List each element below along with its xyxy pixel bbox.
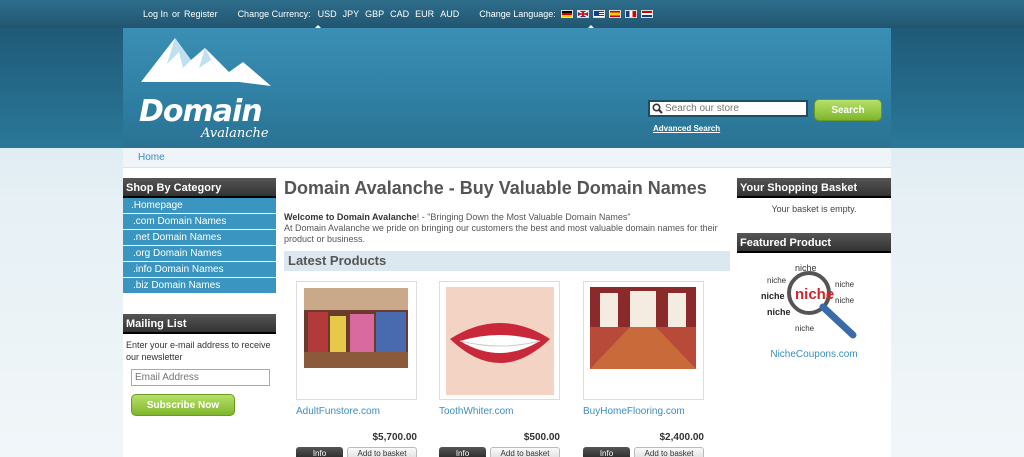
flag-de-icon[interactable] bbox=[560, 10, 573, 18]
page-content: Shop By Category .Homepage .com Domain N… bbox=[123, 168, 891, 457]
basket-title: Your Shopping Basket bbox=[737, 178, 891, 198]
product-card: ToothWhiter.com $500.00 Info Add to bask… bbox=[439, 281, 560, 457]
category-list: .Homepage .com Domain Names .net Domain … bbox=[123, 198, 276, 294]
flag-nl-icon[interactable] bbox=[640, 10, 653, 18]
niche-word: niche bbox=[767, 307, 791, 317]
logo-subtitle: Avalanche bbox=[201, 126, 269, 141]
featured-title: Featured Product bbox=[737, 233, 891, 253]
welcome-bold: Welcome to Domain Avalanche bbox=[284, 212, 417, 222]
product-image[interactable] bbox=[439, 281, 560, 400]
mountain-logo-icon bbox=[141, 38, 271, 86]
currency-cad[interactable]: CAD bbox=[390, 9, 409, 19]
mailing-list: Mailing List Enter your e-mail address t… bbox=[123, 314, 276, 416]
category-item[interactable]: .net Domain Names bbox=[123, 230, 276, 246]
add-to-basket-button[interactable]: Add to basket bbox=[634, 447, 704, 457]
mailing-title: Mailing List bbox=[123, 314, 276, 334]
top-bar-content: Log In or Register Change Currency: USD … bbox=[123, 0, 891, 29]
product-grid: AdultFunstore.com $5,700.00 Info Add to … bbox=[284, 271, 730, 457]
product-name[interactable]: ToothWhiter.com bbox=[439, 406, 560, 417]
welcome-tagline: ! - "Bringing Down the Most Valuable Dom… bbox=[416, 212, 631, 222]
flag-fr-icon[interactable] bbox=[624, 10, 637, 18]
category-item[interactable]: .Homepage bbox=[123, 198, 276, 214]
site-header: Domain Avalanche Search Advanced Search bbox=[123, 28, 891, 148]
flag-us-icon[interactable] bbox=[592, 10, 605, 18]
category-item[interactable]: .org Domain Names bbox=[123, 246, 276, 262]
product-price: $5,700.00 bbox=[372, 432, 418, 443]
floor-photo bbox=[590, 287, 696, 369]
breadcrumb-home[interactable]: Home bbox=[138, 152, 165, 163]
flag-uk-icon[interactable] bbox=[576, 10, 589, 18]
product-name[interactable]: AdultFunstore.com bbox=[296, 406, 417, 417]
product-name[interactable]: BuyHomeFlooring.com bbox=[583, 406, 704, 417]
currency-label: Change Currency: bbox=[237, 9, 311, 19]
featured-product: Featured Product niche niche niche niche… bbox=[737, 233, 891, 360]
info-button[interactable]: Info bbox=[583, 447, 630, 457]
register-link[interactable]: Register bbox=[184, 9, 218, 19]
site-logo[interactable]: Domain Avalanche bbox=[139, 34, 279, 144]
store-photo bbox=[304, 288, 408, 368]
email-field[interactable] bbox=[131, 369, 270, 386]
currency-usd[interactable]: USD bbox=[318, 9, 337, 19]
product-price: $2,400.00 bbox=[659, 432, 705, 443]
niche-word: niche bbox=[835, 280, 855, 289]
niche-word: niche bbox=[767, 276, 787, 285]
product-image[interactable] bbox=[296, 281, 417, 400]
search-input[interactable] bbox=[663, 102, 803, 115]
currency-gbp[interactable]: GBP bbox=[365, 9, 384, 19]
category-item[interactable]: .info Domain Names bbox=[123, 262, 276, 278]
language-switcher: Change Language: bbox=[479, 9, 653, 29]
niche-word: niche bbox=[795, 324, 815, 333]
niche-word: niche bbox=[761, 291, 785, 301]
niche-magnifier-icon: niche niche niche niche niche niche nich… bbox=[761, 263, 857, 339]
product-card: AdultFunstore.com $5,700.00 Info Add to … bbox=[296, 281, 417, 457]
search-icon bbox=[652, 103, 663, 114]
product-image[interactable] bbox=[583, 281, 704, 400]
category-title: Shop By Category bbox=[123, 178, 276, 198]
search-box bbox=[648, 100, 808, 117]
welcome-body: At Domain Avalanche we pride on bringing… bbox=[284, 223, 718, 244]
welcome-text: Welcome to Domain Avalanche! - "Bringing… bbox=[284, 212, 730, 245]
smile-photo bbox=[446, 287, 554, 395]
info-button[interactable]: Info bbox=[296, 447, 343, 457]
currency-eur[interactable]: EUR bbox=[415, 9, 434, 19]
featured-product-image[interactable]: niche niche niche niche niche niche nich… bbox=[737, 257, 891, 345]
advanced-search-link[interactable]: Advanced Search bbox=[653, 124, 720, 133]
latest-products-title: Latest Products bbox=[284, 251, 730, 271]
niche-word: niche bbox=[795, 286, 834, 303]
mailing-text: Enter your e-mail address to receive our… bbox=[126, 340, 271, 362]
featured-product-link[interactable]: NicheCoupons.com bbox=[737, 349, 891, 360]
or-text: or bbox=[172, 9, 181, 19]
niche-word: niche bbox=[835, 296, 855, 305]
logo-word: Domain bbox=[139, 94, 263, 129]
product-price: $500.00 bbox=[523, 432, 560, 443]
main-content: Domain Avalanche - Buy Valuable Domain N… bbox=[284, 178, 730, 457]
basket-empty-text: Your basket is empty. bbox=[771, 204, 857, 214]
currency-aud[interactable]: AUD bbox=[440, 9, 459, 19]
category-item[interactable]: .com Domain Names bbox=[123, 214, 276, 230]
add-to-basket-button[interactable]: Add to basket bbox=[347, 447, 417, 457]
product-card: BuyHomeFlooring.com $2,400.00 Info Add t… bbox=[583, 281, 704, 457]
add-to-basket-button[interactable]: Add to basket bbox=[490, 447, 560, 457]
language-label: Change Language: bbox=[479, 9, 556, 19]
currency-switcher: Change Currency: USD JPY GBP CAD EUR AUD bbox=[237, 9, 459, 29]
flag-es-icon[interactable] bbox=[608, 10, 621, 18]
breadcrumb: Home bbox=[123, 148, 891, 168]
info-button[interactable]: Info bbox=[439, 447, 486, 457]
account-links: Log In or Register bbox=[143, 9, 218, 19]
currency-jpy[interactable]: JPY bbox=[343, 9, 360, 19]
left-sidebar: Shop By Category .Homepage .com Domain N… bbox=[123, 178, 276, 416]
category-item[interactable]: .biz Domain Names bbox=[123, 278, 276, 294]
page-title: Domain Avalanche - Buy Valuable Domain N… bbox=[284, 178, 707, 198]
right-sidebar: Your Shopping Basket Your basket is empt… bbox=[737, 178, 891, 360]
search-button[interactable]: Search bbox=[814, 99, 882, 121]
subscribe-button[interactable]: Subscribe Now bbox=[131, 394, 235, 416]
login-link[interactable]: Log In bbox=[143, 9, 168, 19]
